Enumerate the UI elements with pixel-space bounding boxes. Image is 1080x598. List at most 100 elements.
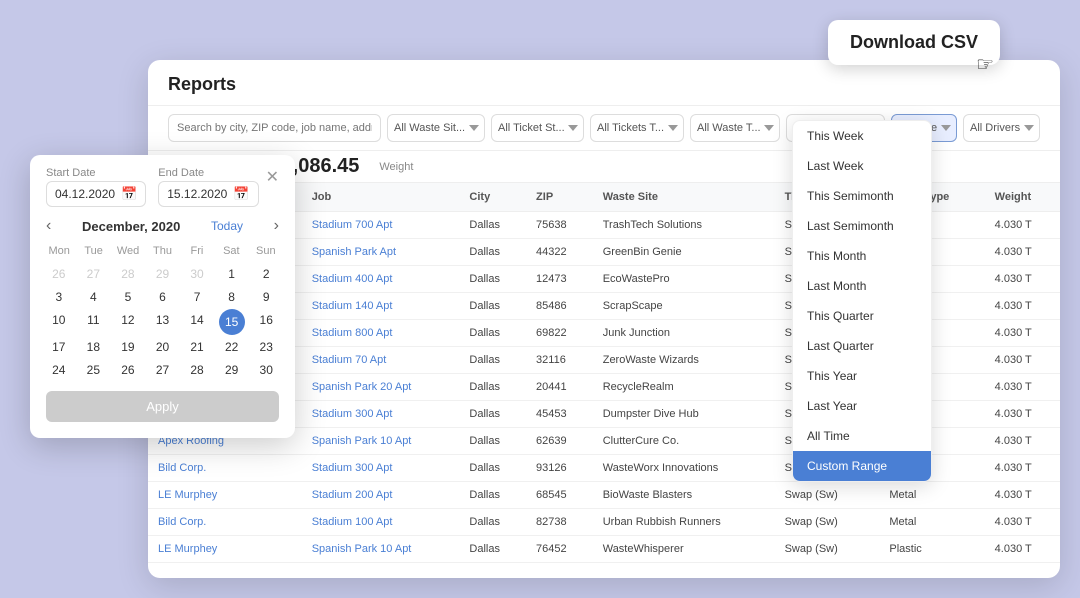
job-link[interactable]: Spanish Park 10 Apt [312,543,412,555]
cell-waste-site: WasteWhisperer [593,536,775,563]
job-link[interactable]: Stadium 300 Apt [312,408,393,420]
cell-waste-site: EcoWastePro [593,266,775,293]
calendar-day[interactable]: 6 [146,286,180,308]
apply-button[interactable]: Apply [46,391,279,422]
job-link[interactable]: Stadium 800 Apt [312,327,393,339]
calendar-day[interactable]: 28 [180,359,214,381]
job-link[interactable]: Stadium 300 Apt [312,462,393,474]
job-link[interactable]: Stadium 700 Apt [312,219,393,231]
calendar-day[interactable]: 17 [42,336,76,358]
ticket-status-filter[interactable]: All Ticket St... [491,114,584,142]
dropdown-item[interactable]: This Week [793,121,931,151]
calendar-day[interactable]: 23 [249,336,283,358]
day-tue: Tue [76,243,110,259]
cell-ticket-type: Swap (Sw) [775,509,880,536]
calendar-day[interactable]: 29 [146,263,180,285]
job-link[interactable]: Spanish Park 20 Apt [312,381,412,393]
job-link[interactable]: Stadium 70 Apt [312,354,387,366]
account-link[interactable]: LE Murphey [158,543,217,555]
calendar-day[interactable]: 25 [77,359,111,381]
day-sun: Sun [249,243,283,259]
dropdown-item[interactable]: Last Year [793,391,931,421]
today-button[interactable]: Today [211,219,243,233]
calendar-day[interactable]: 5 [111,286,145,308]
account-link[interactable]: LE Murphey [158,489,217,501]
calendar-day[interactable]: 27 [77,263,111,285]
cell-city: Dallas [459,509,526,536]
dropdown-item[interactable]: This Semimonth [793,181,931,211]
cell-waste-site: Dumpster Dive Hub [593,401,775,428]
calendar-day[interactable]: 26 [42,263,76,285]
start-date-input[interactable]: 04.12.2020 📅 [46,181,146,207]
col-job: Job [302,183,460,212]
waste-type-filter[interactable]: All Waste T... [690,114,780,142]
job-link[interactable]: Stadium 140 Apt [312,300,393,312]
cell-weight: 4.030 T [985,347,1060,374]
calendar-day[interactable]: 30 [249,359,283,381]
dropdown-item[interactable]: Last Quarter [793,331,931,361]
cell-job: Stadium 140 Apt [302,293,460,320]
calendar-day[interactable]: 24 [42,359,76,381]
dropdown-item[interactable]: Last Week [793,151,931,181]
calendar-day[interactable]: 3 [42,286,76,308]
cell-waste-type: Plastic [879,536,984,563]
calendar-day[interactable]: 7 [180,286,214,308]
ticket-type-filter[interactable]: All Tickets T... [590,114,684,142]
calendar-header: Start Date 04.12.2020 📅 End Date 15.12.2… [30,155,295,213]
prev-month-button[interactable]: ‹ [46,217,51,235]
calendar-day[interactable]: 21 [180,336,214,358]
next-month-button[interactable]: › [274,217,279,235]
cell-city: Dallas [459,428,526,455]
dropdown-item[interactable]: This Quarter [793,301,931,331]
job-link[interactable]: Stadium 400 Apt [312,273,393,285]
calendar-day[interactable]: 13 [146,309,180,335]
calendar-day[interactable]: 29 [215,359,249,381]
calendar-day[interactable]: 26 [111,359,145,381]
calendar-day[interactable]: 9 [249,286,283,308]
download-csv-button[interactable]: Download CSV [828,20,1000,65]
calendar-day[interactable]: 2 [249,263,283,285]
account-link[interactable]: Bild Corp. [158,516,206,528]
calendar-day[interactable]: 18 [77,336,111,358]
calendar-day[interactable]: 8 [215,286,249,308]
waste-site-filter[interactable]: All Waste Sit... [387,114,485,142]
calendar-day[interactable]: 14 [180,309,214,335]
calendar-day[interactable]: 1 [215,263,249,285]
dropdown-item[interactable]: This Year [793,361,931,391]
job-link[interactable]: Stadium 100 Apt [312,516,393,528]
job-link[interactable]: Spanish Park Apt [312,246,396,258]
calendar-close-button[interactable]: ✕ [266,167,279,187]
dropdown-item[interactable]: Custom Range [793,451,931,481]
end-date-input[interactable]: 15.12.2020 📅 [158,181,258,207]
calendar-day[interactable]: 22 [215,336,249,358]
job-link[interactable]: Spanish Park 10 Apt [312,435,412,447]
dropdown-item[interactable]: Last Month [793,271,931,301]
cell-job: Stadium 70 Apt [302,347,460,374]
dropdown-item[interactable]: Last Semimonth [793,211,931,241]
calendar-day[interactable]: 19 [111,336,145,358]
cell-weight: 4.030 T [985,455,1060,482]
search-input[interactable] [168,114,381,142]
calendar-day[interactable]: 16 [249,309,283,335]
cell-city: Dallas [459,266,526,293]
calendar-day[interactable]: 30 [180,263,214,285]
calendar-day[interactable]: 28 [111,263,145,285]
calendar-day[interactable]: 15 [219,309,245,335]
calendar-day[interactable]: 20 [146,336,180,358]
job-link[interactable]: Stadium 200 Apt [312,489,393,501]
dropdown-item[interactable]: This Month [793,241,931,271]
calendar-day[interactable]: 10 [42,309,76,335]
dropdown-item[interactable]: All Time [793,421,931,451]
calendar-day[interactable]: 12 [111,309,145,335]
cell-city: Dallas [459,455,526,482]
calendar-day[interactable]: 4 [77,286,111,308]
calendar-day[interactable]: 11 [77,309,111,335]
cell-zip: 68545 [526,482,593,509]
account-link[interactable]: Bild Corp. [158,462,206,474]
cell-zip: 62639 [526,428,593,455]
calendar-day[interactable]: 27 [146,359,180,381]
end-date-field: End Date 15.12.2020 📅 [158,167,258,207]
cell-weight: 4.030 T [985,320,1060,347]
cell-account: Bild Corp. [148,509,302,536]
drivers-filter[interactable]: All Drivers [963,114,1040,142]
